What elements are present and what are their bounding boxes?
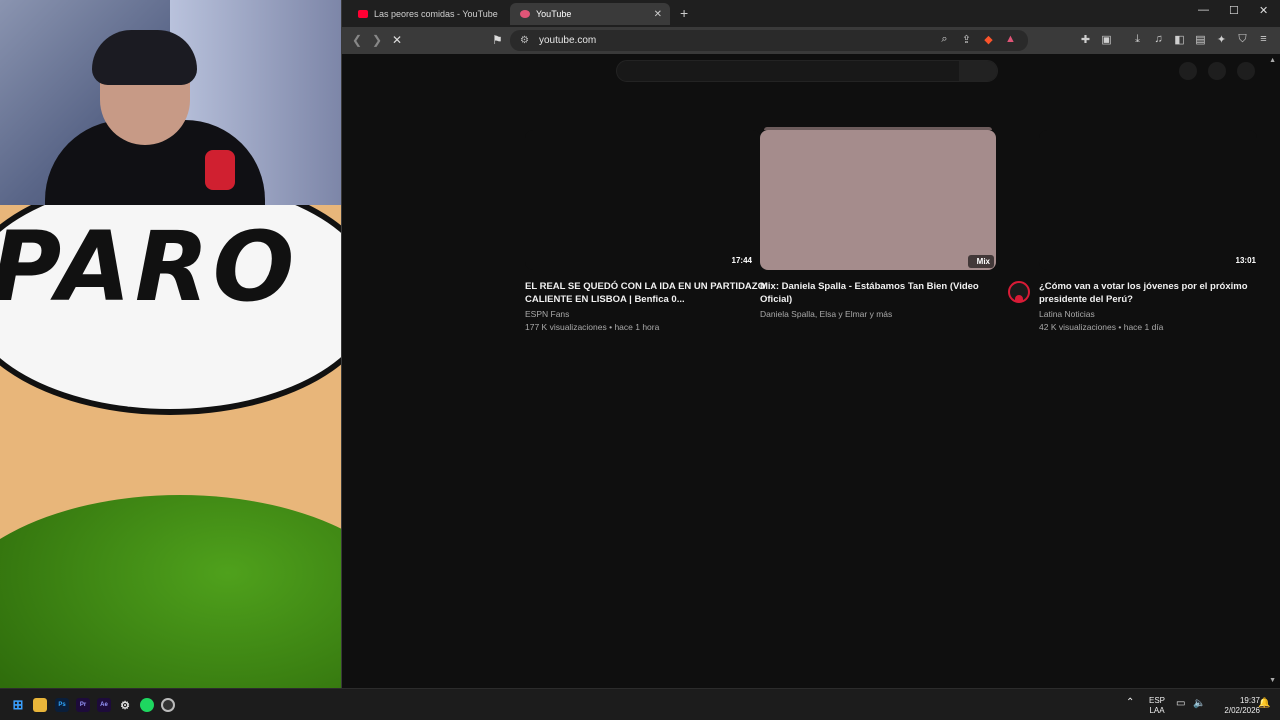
comic-panel: PARO xyxy=(0,205,341,688)
account-avatar[interactable] xyxy=(1237,62,1255,80)
address-toolbar: ❮ ❯ ✕ ⚑ ⚙ youtube.com ⌕ ⇪ ◆ ▲ ✚ ▣ ⤓ ♫ ◧ … xyxy=(342,27,1280,54)
minimize-icon[interactable]: — xyxy=(1198,4,1209,16)
video-thumbnail[interactable]: 17:44 xyxy=(525,130,761,270)
url-text: youtube.com xyxy=(538,35,597,46)
video-channel[interactable]: Daniela Spalla, Elsa y Elmar y más xyxy=(760,309,1000,319)
video-title[interactable]: EL REAL SE QUEDÓ CON LA IDA EN UN PARTID… xyxy=(525,280,765,306)
tab-label: Las peores comidas - YouTube xyxy=(374,9,498,19)
microphone xyxy=(205,150,235,190)
maximize-icon[interactable]: ☐ xyxy=(1229,4,1239,17)
tab-las-peores-comidas[interactable]: Las peores comidas - YouTube xyxy=(348,3,508,25)
youtube-search-input[interactable] xyxy=(616,60,998,82)
sidebar-icon[interactable]: ◧ xyxy=(1173,32,1186,46)
tab-label: YouTube xyxy=(536,9,572,19)
video-card[interactable]: 13:01 ¿Cómo van a votar los jóvenes por … xyxy=(1039,130,1275,332)
tab-strip: Las peores comidas - YouTube YouTube ✕ +… xyxy=(342,0,1280,27)
loading-favicon-icon xyxy=(520,10,530,18)
extensions-icon[interactable]: ✚ xyxy=(1079,32,1092,46)
scrollbar-down-arrow[interactable]: ▼ xyxy=(1269,677,1276,684)
site-settings-icon[interactable]: ⚙ xyxy=(520,35,529,46)
video-title[interactable]: ¿Cómo van a votar los jóvenes por el pró… xyxy=(1039,280,1275,306)
share-icon[interactable]: ⇪ xyxy=(960,32,973,46)
forward-icon[interactable]: ❯ xyxy=(372,33,382,47)
youtube-favicon-icon xyxy=(358,10,368,18)
windows-start-icon[interactable]: ⊞ xyxy=(11,697,25,712)
video-thumbnail[interactable]: 13:01 xyxy=(1039,130,1257,270)
speech-bubble-text: PARO xyxy=(0,211,299,323)
zoom-icon[interactable]: ⌕ xyxy=(938,32,951,46)
video-duration: 13:01 xyxy=(1235,256,1256,265)
close-tab-icon[interactable]: ✕ xyxy=(654,9,662,20)
browser-window: Las peores comidas - YouTube YouTube ✕ +… xyxy=(341,0,1280,688)
new-tab-button[interactable]: + xyxy=(680,5,688,21)
video-meta: 177 K visualizaciones • hace 1 hora xyxy=(525,322,660,332)
channel-avatar-live[interactable] xyxy=(1008,281,1030,303)
brave-rewards-icon[interactable]: ▲ xyxy=(1004,32,1017,46)
file-explorer-icon[interactable] xyxy=(33,698,47,712)
media-icon[interactable]: ♫ xyxy=(1152,32,1165,46)
windows-taskbar: ⊞ Ps Pr Ae ⚙ ⌃ ESP LAA ▭ 🔈 19:37 2/02/20… xyxy=(0,688,1280,720)
stream-overlay: PARO xyxy=(0,0,341,688)
tray-overflow-icon[interactable]: ⌃ xyxy=(1126,698,1134,708)
premiere-icon[interactable]: Pr xyxy=(76,698,90,712)
comic-green-shape xyxy=(0,495,341,688)
back-icon[interactable]: ❮ xyxy=(352,33,362,47)
video-title[interactable]: Mix: Daniela Spalla - Estábamos Tan Bien… xyxy=(760,280,1000,306)
screenshot-icon[interactable]: ▣ xyxy=(1100,32,1113,46)
leo-ai-icon[interactable]: ✦ xyxy=(1215,32,1228,46)
video-meta: 42 K visualizaciones • hace 1 día xyxy=(1039,322,1164,332)
scrollbar-up-arrow[interactable]: ▲ xyxy=(1269,57,1276,64)
notifications-center-icon[interactable]: 🔔 xyxy=(1258,699,1270,709)
brave-shields-icon[interactable]: ◆ xyxy=(982,32,995,46)
video-channel[interactable]: ESPN Fans xyxy=(525,309,765,319)
spotify-icon[interactable] xyxy=(140,698,154,712)
clock[interactable]: 19:37 2/02/2026 xyxy=(1208,696,1260,716)
after-effects-icon[interactable]: Ae xyxy=(97,698,111,712)
photoshop-icon[interactable]: Ps xyxy=(55,698,69,712)
toolbar-actions: ✚ ▣ ⤓ ♫ ◧ ▤ ✦ ⛉ ≡ xyxy=(1079,32,1270,46)
stop-loading-icon[interactable]: ✕ xyxy=(392,33,402,47)
video-channel[interactable]: Latina Noticias xyxy=(1039,309,1275,319)
video-card[interactable]: 17:44 EL REAL SE QUEDÓ CON LA IDA EN UN … xyxy=(525,130,765,332)
mix-badge: Mix xyxy=(968,255,994,268)
create-icon[interactable] xyxy=(1179,62,1197,80)
youtube-search-button[interactable] xyxy=(959,61,997,81)
video-card[interactable]: Mix Mix: Daniela Spalla - Estábamos Tan … xyxy=(760,127,1000,319)
bookmark-icon[interactable]: ⚑ xyxy=(492,33,503,47)
downloads-icon[interactable]: ⤓ xyxy=(1131,32,1144,46)
vpn-icon[interactable]: ⛉ xyxy=(1236,32,1249,46)
steam-icon[interactable]: ⚙ xyxy=(118,698,132,712)
video-thumbnail[interactable]: Mix xyxy=(760,127,996,270)
tab-youtube[interactable]: YouTube ✕ xyxy=(510,3,670,25)
language-indicator[interactable]: ESP LAA xyxy=(1146,696,1168,716)
close-window-icon[interactable]: ✕ xyxy=(1259,4,1268,17)
volume-icon[interactable]: 🔈 xyxy=(1193,699,1205,709)
notifications-icon[interactable] xyxy=(1208,62,1226,80)
wallet-icon[interactable]: ▤ xyxy=(1194,32,1207,46)
video-duration: 17:44 xyxy=(731,256,752,265)
menu-icon[interactable]: ≡ xyxy=(1257,32,1270,46)
webcam-feed xyxy=(0,0,341,205)
obs-icon[interactable] xyxy=(161,698,175,712)
network-icon[interactable]: ▭ xyxy=(1176,699,1185,709)
speech-bubble: PARO xyxy=(0,205,341,415)
